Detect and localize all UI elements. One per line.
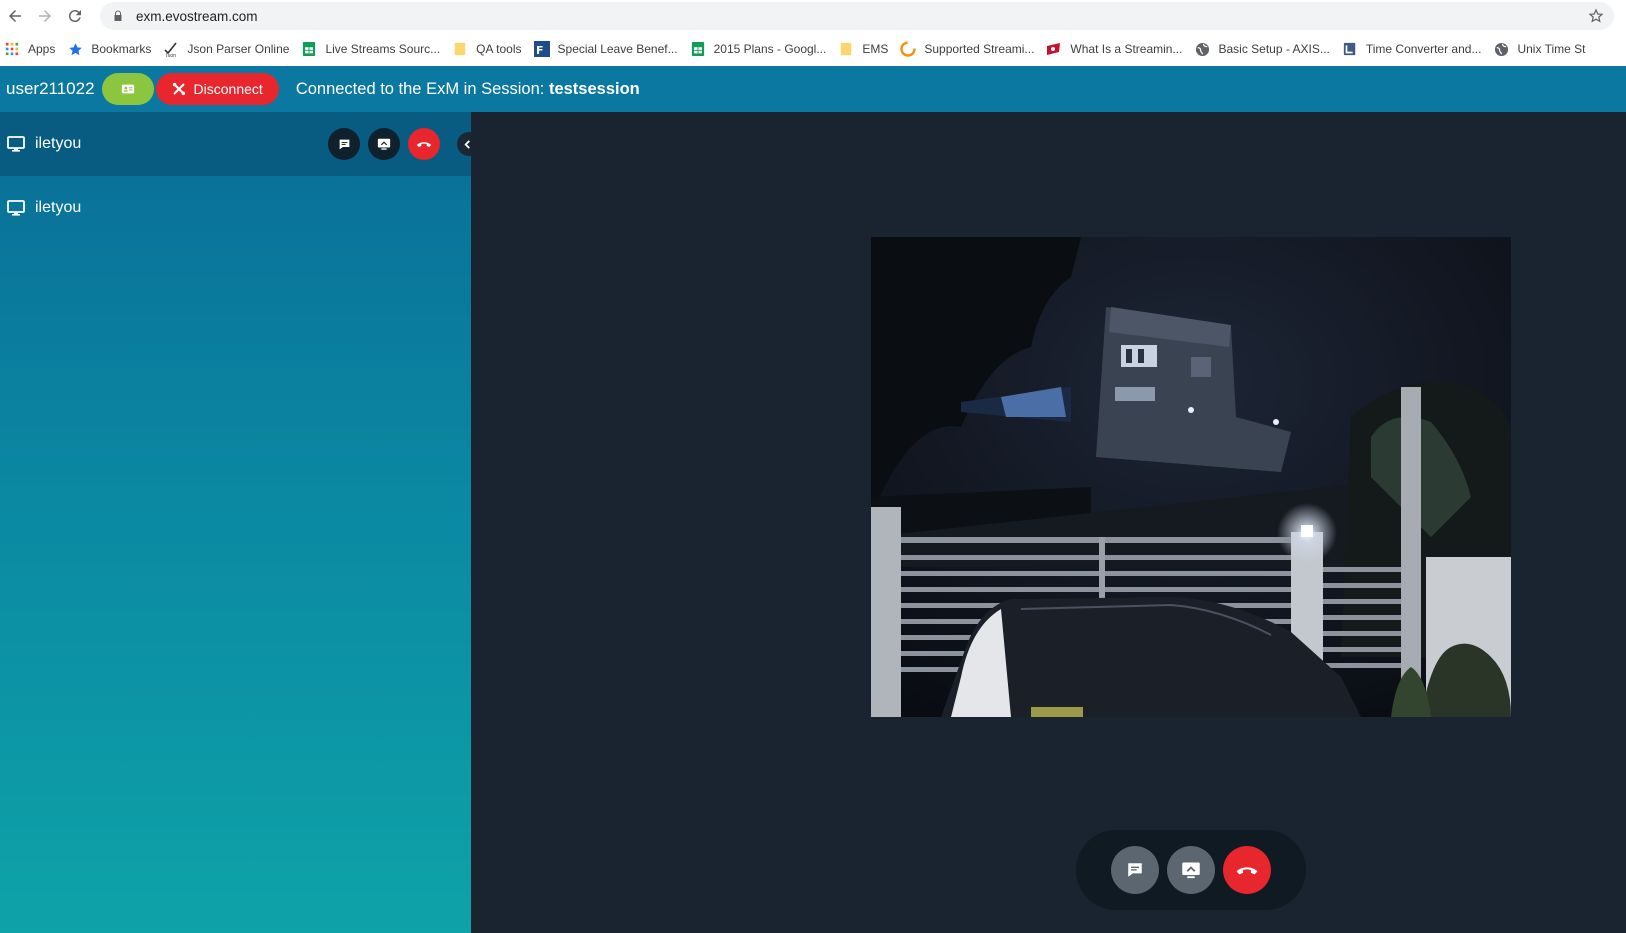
bookmark-label: EMS [862,42,889,56]
bookmark-label: Apps [28,42,56,56]
peer-name: iletyou [35,199,82,216]
peer-screen-share-button[interactable] [368,128,400,160]
remote-video[interactable] [871,237,1511,717]
username: user211022 [6,79,95,98]
disconnect-icon [172,82,186,96]
app-header: user211022 Disconnect Connected to the E… [0,66,1626,112]
bookmark-label: Json Parser Online [187,42,290,56]
bookmark-live-streams[interactable]: Live Streams Sourc... [297,36,448,62]
screen-share-icon [377,137,391,151]
hangup-icon [1234,857,1260,883]
peer-hangup-button[interactable] [408,128,440,160]
bookmark-label: Bookmarks [91,42,152,56]
bookmark-label: 2015 Plans - Googl... [713,42,827,56]
bookmark-what-is-streaming[interactable]: What Is a Streamin... [1042,36,1190,62]
bookmark-bookmarks[interactable]: Bookmarks [63,36,159,62]
apps-grid-icon [4,41,20,57]
peer-actions [328,128,440,160]
monitor-icon [7,199,25,217]
bookmark-label: Time Converter and... [1365,42,1482,56]
bookmark-label: Supported Streami... [924,42,1035,56]
connection-status: Connected to the ExM in Session: testses… [296,80,640,99]
id-card-icon [121,82,135,96]
browser-toolbar: exm.evostream.com [0,0,1626,32]
form-icon: F [533,41,550,57]
folder-icon [452,41,468,57]
bookmark-special-leave[interactable]: F Special Leave Benef... [530,36,686,62]
bookmark-label: Live Streams Sourc... [325,42,441,56]
bookmark-label: QA tools [476,42,522,56]
globe-icon [1493,41,1509,57]
bookmark-time-converter[interactable]: Time Converter and... [1338,36,1490,62]
sheets-icon [690,41,706,57]
reload-icon[interactable] [60,1,90,31]
bookmark-apps[interactable]: Apps [0,36,63,62]
json-icon: Json [163,41,179,57]
swirl-icon [900,41,917,57]
bookmarks-bar: Apps Bookmarks Json Json Parser Online L… [0,32,1626,66]
back-icon[interactable] [0,1,30,31]
peer-name: iletyou [35,135,82,152]
bookmark-label: Unix Time St [1517,42,1586,56]
svg-text:F: F [536,44,544,57]
video-stage [471,112,1626,933]
bookmark-2015-plans[interactable]: 2015 Plans - Googl... [686,36,835,62]
bookmark-label: What Is a Streamin... [1070,42,1183,56]
chat-button[interactable] [1111,846,1159,894]
night-camera-feed-image [871,237,1511,717]
bookmark-label: Special Leave Benef... [557,42,678,56]
call-controls [1076,830,1306,910]
user-card-button[interactable] [101,73,154,105]
lock-icon [112,9,126,23]
screen-share-icon [1181,860,1201,880]
doc-icon [1342,41,1358,57]
red-logo-icon [1046,41,1062,57]
chat-icon [338,138,351,151]
chat-icon [1126,861,1144,879]
peer-row[interactable]: iletyou [0,176,471,240]
globe-icon [1194,41,1210,57]
bookmark-unix-time[interactable]: Unix Time St [1489,36,1593,62]
disconnect-button[interactable]: Disconnect [155,73,279,105]
peer-chat-button[interactable] [328,128,360,160]
bookmark-star-icon[interactable] [1588,8,1604,24]
peers-sidebar: iletyou iletyou [0,112,477,933]
bookmark-qa-tools[interactable]: QA tools [448,36,529,62]
bookmark-supported-streaming[interactable]: Supported Streami... [896,36,1042,62]
folder-icon [838,41,854,57]
connection-prefix: Connected to the ExM in Session: [295,79,549,98]
hangup-icon [415,135,433,153]
svg-text:Json: Json [165,53,176,57]
star-icon [67,41,83,57]
sheets-icon [301,41,317,57]
bookmark-json-parser[interactable]: Json Json Parser Online [159,36,297,62]
monitor-icon [7,135,25,153]
screen-share-button[interactable] [1167,846,1215,894]
bookmark-basic-setup-axis[interactable]: Basic Setup - AXIS... [1190,36,1337,62]
address-bar[interactable]: exm.evostream.com [100,2,1614,30]
bookmark-ems[interactable]: EMS [834,36,896,62]
session-name: testsession [548,79,640,98]
bookmark-label: Basic Setup - AXIS... [1218,42,1330,56]
disconnect-label: Disconnect [193,81,263,97]
url-text: exm.evostream.com [136,8,258,24]
forward-icon[interactable] [30,1,60,31]
peer-row-active[interactable]: iletyou [0,112,477,176]
hangup-button[interactable] [1223,846,1271,894]
